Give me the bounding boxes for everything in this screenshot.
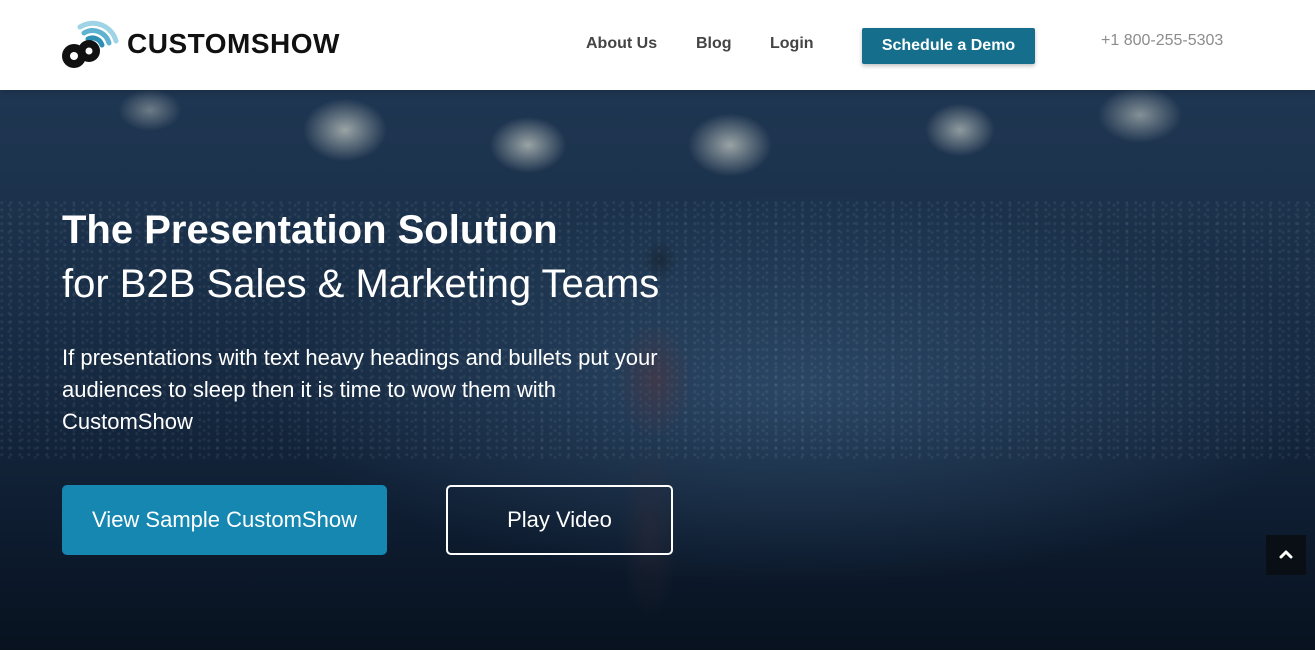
hero-description: If presentations with text heavy heading… bbox=[62, 345, 658, 434]
hero-title: The Presentation Solution bbox=[62, 208, 558, 252]
customshow-logo-icon[interactable] bbox=[60, 19, 120, 71]
brand-name[interactable]: CUSTOMSHOW bbox=[127, 28, 340, 60]
chevron-up-icon bbox=[1279, 546, 1293, 564]
view-sample-button[interactable]: View Sample CustomShow bbox=[62, 485, 387, 555]
play-video-button[interactable]: Play Video bbox=[446, 485, 673, 555]
nav-login[interactable]: Login bbox=[770, 35, 814, 53]
schedule-demo-button[interactable]: Schedule a Demo bbox=[862, 28, 1035, 64]
scroll-to-top-button[interactable] bbox=[1266, 535, 1306, 575]
nav-blog[interactable]: Blog bbox=[696, 35, 732, 53]
hero-subtitle: for B2B Sales & Marketing Teams bbox=[62, 262, 660, 306]
hero-section: The Presentation Solution for B2B Sales … bbox=[0, 90, 1315, 650]
phone-number[interactable]: +1 800-255-5303 bbox=[1101, 32, 1223, 50]
site-header: CUSTOMSHOW About Us Blog Login Schedule … bbox=[0, 0, 1315, 90]
nav-about-us[interactable]: About Us bbox=[586, 35, 657, 53]
